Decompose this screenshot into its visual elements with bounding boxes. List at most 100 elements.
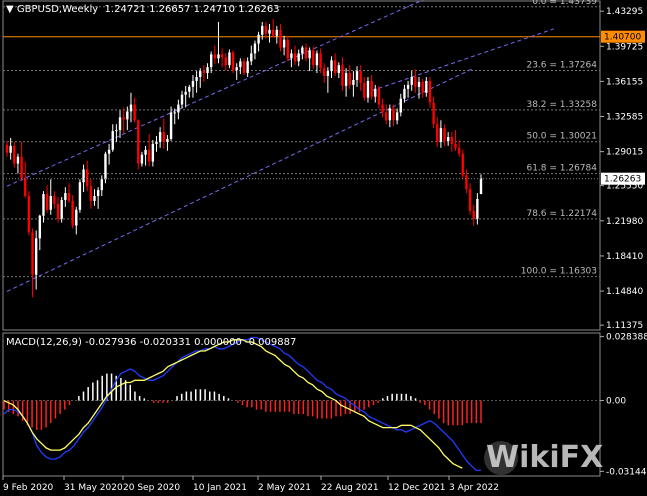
candle-body <box>184 91 187 95</box>
x-tick-label: 22 Aug 2021 <box>321 483 379 493</box>
y-tick-label: 1.39725 <box>606 42 643 52</box>
candle-body <box>330 60 333 72</box>
candle-body <box>381 104 384 113</box>
candle-body <box>410 77 413 85</box>
candle-body <box>86 169 89 187</box>
candle-body <box>414 77 417 87</box>
candle-body <box>446 137 450 141</box>
candle-body <box>436 124 439 142</box>
candle-body <box>377 88 381 105</box>
candle-body <box>53 196 56 204</box>
candle-body <box>454 143 457 148</box>
candle-body <box>282 39 286 48</box>
candle-body <box>107 149 111 154</box>
candle-body <box>468 189 472 211</box>
candle-body <box>293 53 297 62</box>
symbol-label: GBPUSD <box>16 4 59 15</box>
macd-y-tick-label: -0.031441 <box>606 467 647 477</box>
candle-body <box>257 34 260 44</box>
candle-body <box>31 232 34 275</box>
candle-body <box>169 112 173 139</box>
candle-body <box>228 52 231 66</box>
candle-body <box>457 147 461 154</box>
candle-body <box>428 80 432 103</box>
candle-body <box>290 53 293 59</box>
candle-body <box>312 50 315 66</box>
candle-body <box>126 111 129 120</box>
candle-body <box>308 50 311 59</box>
candle-body <box>450 137 454 144</box>
candle-body <box>78 182 82 210</box>
candle-body <box>60 199 63 219</box>
candle-body <box>122 117 125 120</box>
macd-histogram-group <box>3 373 482 430</box>
candle-body <box>100 179 103 191</box>
candle-body <box>395 112 399 121</box>
candle-body <box>9 145 12 153</box>
candle-body <box>476 198 479 219</box>
candle-body <box>337 65 340 74</box>
candle-body <box>162 132 165 142</box>
candle-body <box>268 29 271 34</box>
y-tick-label: 1.32585 <box>606 113 643 123</box>
fib-level-label: 50.0 = 1.30021 <box>526 132 597 142</box>
candle-body <box>250 53 253 62</box>
candle-body <box>399 98 402 113</box>
candle-body <box>461 153 464 176</box>
candle-body <box>209 54 213 68</box>
candle-body <box>67 193 71 201</box>
fib-level-label: 0.0 = 1.43739 <box>532 0 597 7</box>
chart-header: ▼ GBPUSD,Weekly 1.24721 1.26657 1.24710 … <box>6 4 280 15</box>
candle-body <box>246 61 249 74</box>
candle-body <box>202 71 206 74</box>
candle-body <box>118 117 122 131</box>
x-tick-label: 31 May 2020 <box>64 483 123 493</box>
candle-body <box>213 54 217 59</box>
candle-body <box>443 128 446 141</box>
candle-body <box>49 196 52 210</box>
candle-body <box>195 77 198 81</box>
candle-body <box>148 149 151 162</box>
candle-body <box>253 43 257 54</box>
channel-lower-line <box>6 67 474 292</box>
candle-body <box>115 130 118 132</box>
candle-body <box>64 193 67 200</box>
candle-body <box>173 112 176 114</box>
candle-body <box>261 25 264 35</box>
ohlc-close: 1.26263 <box>238 4 280 15</box>
candle-body <box>348 73 351 85</box>
candle-body <box>341 65 344 86</box>
candle-body <box>206 67 209 74</box>
candle-body <box>38 215 42 239</box>
ohlc-open: 1.24721 <box>104 4 146 15</box>
macd-header: MACD(12,26,9) -0.027936 -0.020331 0.0000… <box>6 337 297 348</box>
x-tick-label: 12 Dec 2021 <box>388 483 446 493</box>
candle-body <box>16 156 20 164</box>
resistance-price-label: 1.40700 <box>604 33 641 43</box>
current-price-label: 1.26263 <box>604 175 641 185</box>
candle-body <box>220 54 224 58</box>
candle-body <box>27 196 31 233</box>
dropdown-arrow-icon[interactable]: ▼ <box>6 4 14 15</box>
candle-body <box>359 71 362 83</box>
candle-body <box>199 71 202 78</box>
candle-body <box>370 80 373 97</box>
candle-body <box>421 81 424 93</box>
candle-body <box>344 73 348 86</box>
fib-level-label: 38.2 = 1.33258 <box>526 100 597 110</box>
y-tick-label: 1.29015 <box>606 148 643 158</box>
candle-body <box>439 128 443 142</box>
x-tick-label: 2 May 2021 <box>258 483 311 493</box>
candle-body <box>479 178 483 195</box>
candle-body <box>286 39 289 59</box>
macd-signal-line <box>3 339 463 469</box>
macd-y-tick-label: 0.00 <box>606 397 626 407</box>
candle-body <box>319 53 322 69</box>
candle-body <box>155 141 158 144</box>
candle-body <box>24 178 27 197</box>
x-tick-label: 20 Sep 2020 <box>123 483 180 493</box>
candle-body <box>188 86 191 92</box>
candle-body <box>417 81 421 87</box>
candle-body <box>355 71 359 80</box>
candle-body <box>304 47 308 59</box>
